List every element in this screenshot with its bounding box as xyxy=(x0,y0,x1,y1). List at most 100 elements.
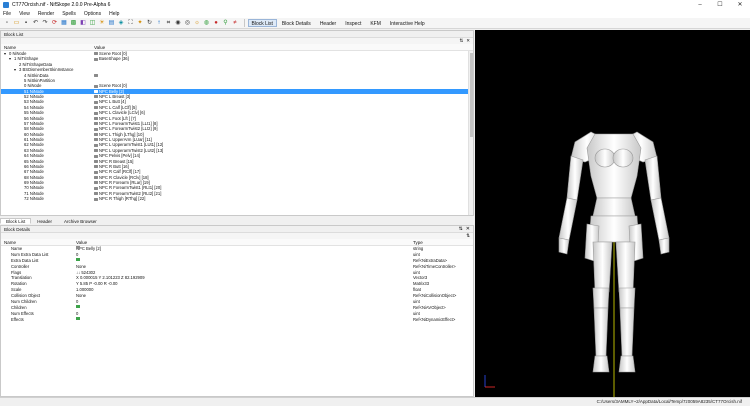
status-bar: C:/Users/3AMMLY~2/AppData/Local/Temp/7z0… xyxy=(0,397,750,406)
toolbar-kfm-button[interactable]: KFM xyxy=(366,19,385,27)
toolbar-block-list-button[interactable]: Block List xyxy=(247,19,277,27)
pin-icon[interactable]: ⚲ xyxy=(222,19,230,27)
block-link-icon xyxy=(94,133,98,137)
detail-row-name: Effects xyxy=(11,316,24,322)
grid-icon[interactable]: ⌗ xyxy=(165,19,173,27)
save-icon[interactable]: ▪ xyxy=(22,19,30,27)
tree-row-value-text: NPC L ForearmTwist2 [LLt2] [9] xyxy=(99,126,158,132)
block-details-controls: ⇅ ✕ xyxy=(456,226,470,233)
app-icon xyxy=(3,2,9,8)
menu-help[interactable]: Help xyxy=(109,11,119,17)
light-direction-icon[interactable]: ☼ xyxy=(193,19,201,27)
gradient-icon[interactable]: ▤ xyxy=(108,19,116,27)
fullscreen-icon[interactable]: ⛶ xyxy=(127,19,135,27)
block-link-icon xyxy=(94,170,98,174)
close-button[interactable]: ✕ xyxy=(730,0,750,10)
select-object-icon[interactable]: ▦ xyxy=(60,19,68,27)
block-details-table: Name NPC Belly [2] string Num Extra Data Li… xyxy=(1,246,473,323)
open-icon[interactable]: ▭ xyxy=(13,19,21,27)
reload-icon[interactable]: ⟳ xyxy=(51,19,59,27)
block-link-icon xyxy=(94,186,98,190)
detail-row-value-text: None xyxy=(76,263,87,269)
toolbar-interactive-help-button[interactable]: Interactive Help xyxy=(386,19,429,27)
tree-row-value-text: Scene Root [0] xyxy=(99,83,127,89)
tree-row-value-text: NPC R ForearmTwist1 [RLt1] [20] xyxy=(99,185,162,191)
tree-row-value: NPC R Thigh [RThg] [22] xyxy=(94,196,145,201)
block-list-scrollbar[interactable] xyxy=(468,51,473,215)
menu-options[interactable]: Options xyxy=(84,11,101,17)
detail-row-value-text: Y 5.85 P -0.00 R -0.00 xyxy=(76,281,118,287)
detail-row[interactable]: Effects Ref<NiDynamicEffect> xyxy=(1,316,473,323)
detail-row-value-text: 0 xyxy=(76,251,79,257)
tree-row-value-text: NPC L Clavicle [LClv] [6] xyxy=(99,110,145,116)
minimize-button[interactable]: – xyxy=(690,0,710,10)
scrollbar-thumb[interactable] xyxy=(470,53,473,137)
normals-icon[interactable]: ◫ xyxy=(89,19,97,27)
tree-row-value-text: NPC R Butt [16] xyxy=(99,163,129,169)
menu-view[interactable]: View xyxy=(19,11,30,17)
menu-spells[interactable]: Spells xyxy=(62,11,76,17)
detail-row-value-text: 1.000000 xyxy=(76,287,94,293)
block-link-icon xyxy=(94,159,98,163)
tree-row-value-text: NPC L UpperArm [LUar] [11] xyxy=(99,137,152,142)
block-link-icon xyxy=(94,149,98,153)
tab-header[interactable]: Header xyxy=(31,218,58,224)
tree-row-value-text: NPC L Butt [4] xyxy=(99,99,126,105)
skinning-icon[interactable]: ◈ xyxy=(117,19,125,27)
menu-bar: File View Render Spells Options Help xyxy=(0,10,750,18)
block-link-icon xyxy=(94,73,98,77)
detail-row-value-text: 0 xyxy=(76,310,79,316)
tree-row[interactable]: 72 NiNode NPC R Thigh [RThg] [22] xyxy=(1,196,473,201)
window-controls: – ☐ ✕ xyxy=(690,0,750,10)
block-list-title: Block List xyxy=(1,31,473,38)
lighting-icon[interactable]: ☀ xyxy=(98,19,106,27)
block-link-icon xyxy=(94,176,98,180)
tree-row-value-text: NPC L Foot [Lft ] [7] xyxy=(99,115,136,121)
tab-block-list[interactable]: Block List xyxy=(0,218,32,224)
column-value[interactable]: Value xyxy=(76,239,87,246)
new-icon[interactable]: ▫ xyxy=(3,19,11,27)
column-name[interactable]: Name xyxy=(4,239,16,246)
tree-row-value-text: NPC R Breast [15] xyxy=(99,158,134,164)
textures-icon[interactable]: ▩ xyxy=(70,19,78,27)
column-value[interactable]: Value xyxy=(94,44,105,51)
block-link-icon xyxy=(94,90,98,94)
title-bar: CT77Orcish.nif - NifSkope 2.0.0 Pre-Alph… xyxy=(0,0,750,10)
tree-row-value-text: NPC Pelvis [Pelv] [14] xyxy=(99,153,140,159)
menu-file[interactable]: File xyxy=(3,11,11,17)
eye-icon[interactable]: ◉ xyxy=(174,19,182,27)
float-panel-icon[interactable]: ⇅ xyxy=(459,226,463,233)
vertex-colors-icon[interactable]: ◧ xyxy=(79,19,87,27)
bulb-icon[interactable]: ✦ xyxy=(136,19,144,27)
tab-archive-browser[interactable]: Archive Browser xyxy=(58,218,103,224)
block-details-header: Name Value Type xyxy=(1,239,473,246)
menu-render[interactable]: Render xyxy=(38,11,54,17)
view-icon[interactable]: ◎ xyxy=(184,19,192,27)
block-link-icon xyxy=(94,95,98,99)
block-link-icon xyxy=(94,116,98,120)
block-link-icon xyxy=(94,192,98,196)
toolbar-block-details-button[interactable]: Block Details xyxy=(278,19,315,27)
unskin-icon[interactable]: ≠ xyxy=(231,19,239,27)
block-details-panel: Block Details ⇅ ✕ ⇅ Name Value Type Name… xyxy=(0,225,474,397)
array-icon xyxy=(76,257,80,262)
tree-row-value-text: NPC R ForearmTwist2 [RLt2] [21] xyxy=(99,190,162,196)
column-type[interactable]: Type xyxy=(413,239,423,246)
tree-row-value-text: NPC L ForearmTwist1 [LLt1] [8] xyxy=(99,120,158,126)
marker-icon[interactable]: ● xyxy=(212,19,220,27)
redo-icon[interactable]: ↷ xyxy=(41,19,49,27)
maximize-button[interactable]: ☐ xyxy=(710,0,730,10)
block-link-icon xyxy=(94,52,98,56)
close-panel-icon[interactable]: ✕ xyxy=(466,226,470,233)
axes-icon[interactable]: ⟊ xyxy=(155,19,163,27)
reset-view-icon[interactable]: ◍ xyxy=(203,19,211,27)
rotate-icon[interactable]: ↻ xyxy=(146,19,154,27)
column-name[interactable]: Name xyxy=(4,44,16,51)
tree-row-value-text: NPC R Clavicle [RClv] [18] xyxy=(99,174,149,180)
detail-row-value-text: 0 xyxy=(76,299,79,305)
block-link-icon xyxy=(94,197,98,201)
toolbar-inspect-button[interactable]: Inspect xyxy=(341,19,365,27)
undo-icon[interactable]: ↶ xyxy=(32,19,40,27)
render-viewport[interactable] xyxy=(475,30,750,397)
toolbar-header-button[interactable]: Header xyxy=(316,19,340,27)
